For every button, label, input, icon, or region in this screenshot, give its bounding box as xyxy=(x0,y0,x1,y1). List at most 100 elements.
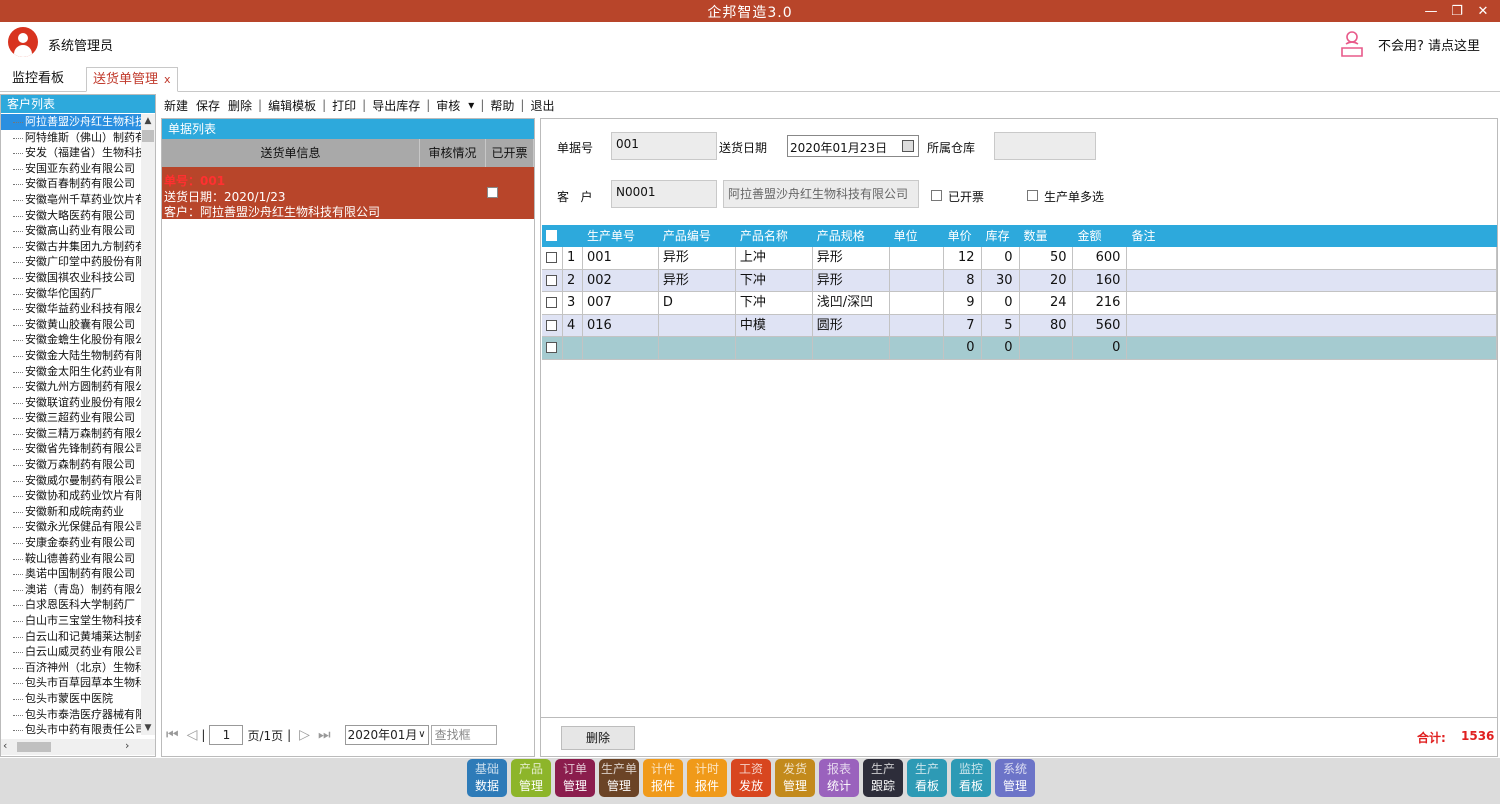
exit-button[interactable]: 退出 xyxy=(526,97,558,114)
customer-list-item[interactable]: 包头市中药有限责任公司 xyxy=(1,722,141,735)
col-order-no[interactable]: 生产单号 xyxy=(583,225,659,247)
cell-name[interactable]: 上冲 xyxy=(735,247,813,270)
delete-button[interactable]: 删除 xyxy=(224,97,256,114)
customer-list-item[interactable]: 安徽金蟾生化股份有限公司 xyxy=(1,332,141,348)
customer-list-hscroll[interactable]: ‹ › xyxy=(1,739,155,755)
row-select-cell[interactable] xyxy=(542,337,563,360)
customer-list-item[interactable]: 安徽金太阳生化药业有限公司 xyxy=(1,364,141,380)
customer-list-item[interactable]: 安徽联谊药业股份有限公司 xyxy=(1,395,141,411)
customer-list-item[interactable]: 安国亚东药业有限公司 xyxy=(1,161,141,177)
scroll-up-icon[interactable]: ▲ xyxy=(141,114,155,128)
cell-note[interactable] xyxy=(1127,292,1498,315)
row-checkbox[interactable] xyxy=(546,319,557,331)
invoiced-checkbox[interactable] xyxy=(931,190,942,201)
table-row[interactable]: 3 007 D 下冲 浅凹/深凹 9 0 24 216 xyxy=(542,292,1498,315)
nav-basic-data[interactable]: 基础 数据 xyxy=(467,759,507,797)
scroll-down-icon[interactable]: ▼ xyxy=(141,721,155,735)
help-person-icon[interactable] xyxy=(1338,28,1366,58)
next-page-icon[interactable]: ▷ xyxy=(299,727,310,743)
delete-row-button[interactable]: 删除 xyxy=(561,726,635,750)
customer-list-item[interactable]: 百济神州（北京）生物科技 xyxy=(1,660,141,676)
close-icon[interactable]: ✕ xyxy=(1470,0,1496,22)
cell-price[interactable]: 9 xyxy=(943,292,982,315)
cell-order[interactable]: 016 xyxy=(582,314,659,337)
row-select-cell[interactable] xyxy=(542,269,563,292)
row-checkbox[interactable] xyxy=(546,274,557,286)
col-stock[interactable]: 库存 xyxy=(982,225,1020,247)
nav-monitor-board[interactable]: 监控 看板 xyxy=(951,759,991,797)
cell-price[interactable]: 8 xyxy=(943,269,982,292)
table-row[interactable]: 1 001 异形 上冲 异形 12 0 50 600 xyxy=(542,247,1498,270)
customer-list-item[interactable]: 安徽永光保健品有限公司 xyxy=(1,519,141,535)
doc-no-field[interactable]: 001 xyxy=(611,132,717,160)
minimize-icon[interactable]: — xyxy=(1418,0,1444,22)
customer-list-item[interactable]: 阿拉善盟沙舟红生物科技有限公司 xyxy=(1,114,141,130)
nav-salary-payment[interactable]: 工资 发放 xyxy=(731,759,771,797)
customer-list-item[interactable]: 白云山威灵药业有限公司 xyxy=(1,644,141,660)
nav-timework-report[interactable]: 计时 报件 xyxy=(687,759,727,797)
cell-spec[interactable]: 异形 xyxy=(812,247,890,270)
customer-list-item[interactable]: 安徽新和成皖南药业 xyxy=(1,504,141,520)
nav-report-statistics[interactable]: 报表 统计 xyxy=(819,759,859,797)
cell-spec[interactable]: 圆形 xyxy=(812,314,890,337)
cell-price[interactable]: 7 xyxy=(943,314,982,337)
scroll-thumb[interactable] xyxy=(17,742,51,752)
customer-list-item[interactable]: 安徽协和成药业饮片有限公司 xyxy=(1,488,141,504)
scroll-left-icon[interactable]: ‹ xyxy=(3,739,7,752)
cell-note[interactable] xyxy=(1127,247,1498,270)
cell-code[interactable] xyxy=(658,314,736,337)
date-picker[interactable]: 2020年01月23日 xyxy=(787,135,919,157)
customer-list-item[interactable]: 安徽广印堂中药股份有限公司 xyxy=(1,254,141,270)
customer-list-item[interactable]: 阿特维斯（佛山）制药有限公司 xyxy=(1,130,141,146)
customer-list-item[interactable]: 白求恩医科大学制药厂 xyxy=(1,597,141,613)
row-select-cell[interactable] xyxy=(542,292,563,315)
customer-list-item[interactable]: 安徽国祺农业科技公司 xyxy=(1,270,141,286)
scroll-thumb[interactable] xyxy=(142,130,154,142)
cell-note[interactable] xyxy=(1127,314,1498,337)
col-note[interactable]: 备注 xyxy=(1127,225,1497,247)
customer-list-item[interactable]: 安徽古井集团九方制药有限公司 xyxy=(1,239,141,255)
nav-production-order-management[interactable]: 生产单 管理 xyxy=(599,759,639,797)
document-row[interactable]: 单号：001 送货日期：2020/1/23 客户：阿拉善盟沙舟红生物科技有限公司 xyxy=(162,167,534,219)
scroll-right-icon[interactable]: › xyxy=(125,739,129,752)
cell-stock[interactable]: 30 xyxy=(981,269,1020,292)
customer-list-item[interactable]: 安发（福建省）生物科技有限公司 xyxy=(1,145,141,161)
cell-spec[interactable]: 浅凹/深凹 xyxy=(812,292,890,315)
customer-list-item[interactable]: 澳诺（青岛）制药有限公司 xyxy=(1,582,141,598)
export-stock-button[interactable]: 导出库存 xyxy=(368,97,424,114)
col-amount[interactable]: 金额 xyxy=(1074,225,1128,247)
cell-stock[interactable]: 0 xyxy=(981,247,1020,270)
row-checkbox[interactable] xyxy=(546,252,557,263)
restore-icon[interactable]: ❐ xyxy=(1444,0,1470,22)
warehouse-field[interactable] xyxy=(994,132,1096,160)
cell-spec[interactable]: 异形 xyxy=(812,269,890,292)
cell-unit[interactable] xyxy=(889,247,944,270)
cell-code[interactable]: 异形 xyxy=(658,247,736,270)
nav-production-tracking[interactable]: 生产 跟踪 xyxy=(863,759,903,797)
customer-list-item[interactable]: 安徽万森制药有限公司 xyxy=(1,457,141,473)
customer-list-item[interactable]: 安徽华益药业科技有限公司 xyxy=(1,301,141,317)
col-qty[interactable]: 数量 xyxy=(1020,225,1074,247)
first-page-icon[interactable]: ⏮ xyxy=(166,727,179,743)
customer-list-item[interactable]: 白山市三宝堂生物科技有限公司 xyxy=(1,613,141,629)
customer-list-item[interactable]: 安徽金大陆生物制药有限公司 xyxy=(1,348,141,364)
table-row[interactable]: 2 002 异形 下冲 异形 8 30 20 160 xyxy=(542,269,1498,292)
user-avatar-icon[interactable] xyxy=(8,27,38,57)
col-unit[interactable]: 单位 xyxy=(890,225,944,247)
customer-list-item[interactable]: 安徽威尔曼制药有限公司 xyxy=(1,473,141,489)
col-product-spec[interactable]: 产品规格 xyxy=(813,225,890,247)
customer-list-item[interactable]: 奥诺中国制药有限公司 xyxy=(1,566,141,582)
multi-order-checkbox[interactable] xyxy=(1027,190,1038,201)
cell-code[interactable]: D xyxy=(658,292,736,315)
page-input[interactable]: 1 xyxy=(209,725,244,745)
prev-page-icon[interactable]: ◁ xyxy=(187,727,198,743)
customer-list-item[interactable]: 安徽高山药业有限公司 xyxy=(1,223,141,239)
tab-delivery-management[interactable]: 送货单管理 x xyxy=(86,67,178,92)
customer-list-item[interactable]: 安徽大略医药有限公司 xyxy=(1,208,141,224)
nav-order-management[interactable]: 订单 管理 xyxy=(555,759,595,797)
nav-system-management[interactable]: 系统 管理 xyxy=(995,759,1035,797)
cell-order[interactable]: 001 xyxy=(582,247,659,270)
col-price[interactable]: 单价 xyxy=(944,225,982,247)
customer-list-item[interactable]: 安徽黄山胶囊有限公司 xyxy=(1,317,141,333)
row-checkbox[interactable] xyxy=(546,342,557,353)
